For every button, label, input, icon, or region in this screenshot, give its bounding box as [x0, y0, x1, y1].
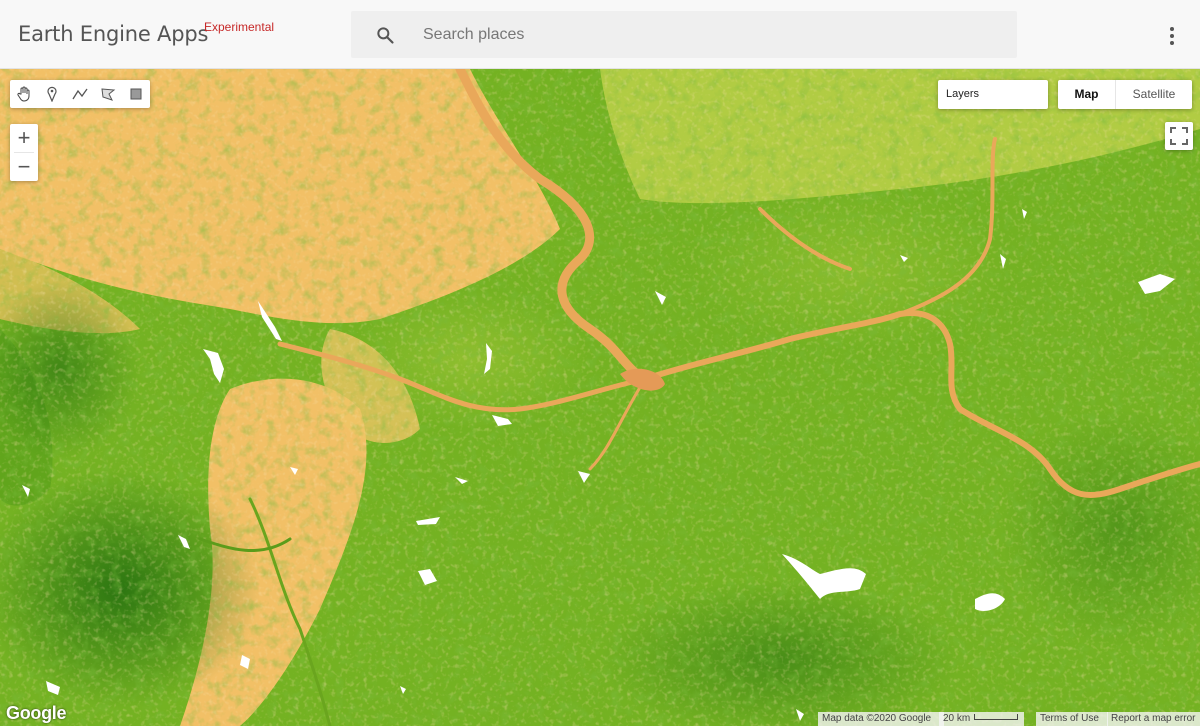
- search-input[interactable]: [423, 11, 983, 58]
- map-type-map-button[interactable]: Map: [1058, 80, 1116, 109]
- marker-icon[interactable]: [38, 80, 66, 108]
- hand-icon[interactable]: [10, 80, 38, 108]
- ndvi-map-layer: [0, 69, 1200, 726]
- drawing-toolbar: [10, 80, 150, 108]
- terms-of-use-link[interactable]: Terms of Use: [1036, 712, 1108, 726]
- map-type-control: Map Satellite: [1058, 80, 1192, 109]
- polygon-icon[interactable]: [94, 80, 122, 108]
- scale-bar[interactable]: 20 km: [939, 712, 1024, 726]
- map-data-attribution: Map data ©2020 Google: [818, 712, 944, 726]
- search-icon[interactable]: [375, 25, 395, 45]
- zoom-in-button[interactable]: +: [10, 124, 38, 152]
- fullscreen-button[interactable]: [1165, 122, 1193, 150]
- scale-bar-line: [974, 713, 1019, 720]
- search-box[interactable]: [351, 11, 1017, 58]
- more-vert-icon[interactable]: [1158, 22, 1186, 50]
- line-icon[interactable]: [66, 80, 94, 108]
- app-header: Earth Engine Apps Experimental: [0, 0, 1200, 69]
- zoom-control: + −: [10, 124, 38, 181]
- app-title: Earth Engine Apps: [18, 22, 209, 46]
- map-type-satellite-button[interactable]: Satellite: [1116, 80, 1192, 109]
- fullscreen-icon: [1170, 127, 1188, 145]
- rectangle-icon[interactable]: [122, 80, 150, 108]
- scale-label: 20 km: [943, 713, 971, 724]
- google-logo: Google: [6, 703, 67, 723]
- map-canvas[interactable]: [0, 69, 1200, 726]
- experimental-badge: Experimental: [204, 20, 275, 34]
- zoom-out-button[interactable]: −: [10, 153, 38, 181]
- report-map-error-link[interactable]: Report a map error: [1107, 712, 1200, 726]
- layers-dropdown[interactable]: Layers: [938, 80, 1048, 109]
